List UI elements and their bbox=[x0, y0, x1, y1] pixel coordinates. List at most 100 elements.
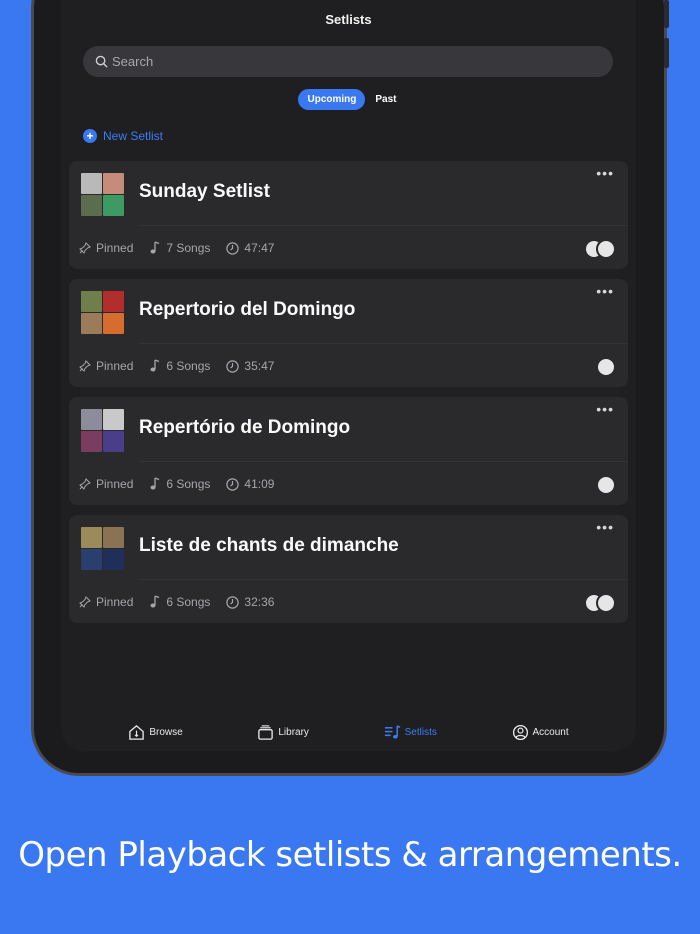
divider bbox=[139, 343, 628, 344]
plus-icon: + bbox=[83, 129, 97, 143]
setlist-card[interactable]: Repertório de Domingo ••• Pinned 6 Songs bbox=[69, 397, 628, 505]
music-note-icon bbox=[150, 241, 160, 254]
album-art-tile bbox=[81, 291, 102, 312]
pin-icon bbox=[79, 360, 91, 372]
album-art-tile bbox=[103, 409, 124, 430]
collaborator-avatar bbox=[596, 357, 616, 377]
setlist-meta: Pinned 6 Songs 41:09 bbox=[79, 477, 274, 491]
album-art-tile bbox=[103, 173, 124, 194]
song-count: 6 Songs bbox=[149, 595, 210, 609]
album-art-tile bbox=[81, 195, 102, 216]
pinned-label: Pinned bbox=[96, 595, 134, 609]
device-side-button bbox=[664, 0, 669, 28]
song-count-label: 6 Songs bbox=[166, 359, 211, 373]
collaborators bbox=[596, 475, 616, 495]
album-art-tile bbox=[103, 549, 124, 570]
divider bbox=[139, 579, 628, 580]
pinned-status: Pinned bbox=[79, 477, 133, 491]
song-count-label: 6 Songs bbox=[166, 595, 211, 609]
song-count: 6 Songs bbox=[149, 359, 210, 373]
collaborator-avatar bbox=[596, 239, 616, 259]
tab-past[interactable]: Past bbox=[373, 89, 398, 110]
more-options-icon[interactable]: ••• bbox=[596, 165, 614, 181]
tab-library[interactable]: Library bbox=[257, 724, 309, 741]
tab-setlists[interactable]: Setlists bbox=[384, 724, 437, 741]
clock-icon bbox=[226, 359, 240, 373]
album-art-tile bbox=[103, 431, 124, 452]
tab-setlists-label: Setlists bbox=[404, 727, 437, 738]
album-art-tile bbox=[103, 527, 124, 548]
pinned-status: Pinned bbox=[79, 595, 133, 609]
pinned-status: Pinned bbox=[79, 359, 133, 373]
setlist-artwork bbox=[81, 527, 124, 570]
app-screen: Setlists Upcoming Past + New Setlist Sun… bbox=[61, 0, 636, 751]
clock-icon bbox=[226, 595, 240, 609]
album-art-tile bbox=[81, 549, 102, 570]
pinned-status: Pinned bbox=[79, 241, 133, 255]
divider bbox=[139, 461, 628, 462]
home-icon bbox=[129, 725, 145, 740]
more-options-icon[interactable]: ••• bbox=[596, 283, 614, 299]
marketing-caption: Open Playback setlists & arrangements. bbox=[18, 835, 682, 875]
setlist-artwork bbox=[81, 291, 124, 334]
pinned-label: Pinned bbox=[96, 477, 134, 491]
setlist-meta: Pinned 6 Songs 35:47 bbox=[79, 359, 274, 373]
album-art-tile bbox=[103, 291, 124, 312]
device-side-button bbox=[664, 38, 669, 68]
album-art-tile bbox=[103, 195, 124, 216]
setlist-meta: Pinned 6 Songs 32:36 bbox=[79, 595, 274, 609]
account-icon bbox=[512, 724, 528, 741]
album-art-tile bbox=[81, 527, 102, 548]
divider bbox=[139, 225, 628, 226]
library-icon bbox=[258, 725, 274, 740]
collaborators bbox=[596, 357, 616, 377]
album-art-tile bbox=[103, 313, 124, 334]
new-setlist-button[interactable]: + New Setlist bbox=[83, 129, 163, 143]
tab-account-label: Account bbox=[532, 727, 569, 738]
collaborators bbox=[584, 593, 616, 613]
pin-icon bbox=[79, 242, 91, 254]
setlists-icon bbox=[384, 725, 401, 739]
clock-icon bbox=[226, 241, 240, 255]
album-art-tile bbox=[81, 313, 102, 334]
clock-icon bbox=[226, 477, 240, 491]
setlist-name: Repertorio del Domingo bbox=[139, 299, 356, 320]
duration: 35:47 bbox=[226, 359, 274, 373]
music-note-icon bbox=[150, 359, 160, 372]
pin-icon bbox=[79, 596, 91, 608]
setlist-card[interactable]: Sunday Setlist ••• Pinned 7 Songs 47:47 bbox=[69, 161, 628, 269]
album-art-tile bbox=[81, 409, 102, 430]
more-options-icon[interactable]: ••• bbox=[596, 401, 614, 417]
duration-label: 41:09 bbox=[244, 477, 275, 491]
tab-upcoming[interactable]: Upcoming bbox=[298, 89, 366, 110]
setlist-name: Repertório de Domingo bbox=[139, 417, 351, 438]
music-note-icon bbox=[150, 595, 160, 608]
tab-library-label: Library bbox=[278, 727, 309, 738]
pinned-label: Pinned bbox=[96, 241, 134, 255]
song-count-label: 7 Songs bbox=[166, 241, 211, 255]
setlist-name: Liste de chants de dimanche bbox=[139, 535, 399, 556]
new-setlist-label: New Setlist bbox=[103, 129, 164, 143]
setlist-card[interactable]: Liste de chants de dimanche ••• Pinned 6… bbox=[69, 515, 628, 623]
more-options-icon[interactable]: ••• bbox=[596, 519, 614, 535]
tab-browse[interactable]: Browse bbox=[128, 724, 183, 741]
tab-account[interactable]: Account bbox=[512, 724, 569, 741]
collaborator-avatar bbox=[596, 593, 616, 613]
tab-bar: Browse Library Setlists Account bbox=[61, 724, 636, 741]
search-bar[interactable] bbox=[83, 46, 613, 77]
setlist-artwork bbox=[81, 173, 124, 216]
song-count-label: 6 Songs bbox=[166, 477, 211, 491]
collaborator-avatar bbox=[596, 475, 616, 495]
setlist-artwork bbox=[81, 409, 124, 452]
setlist-name: Sunday Setlist bbox=[139, 181, 270, 202]
search-input[interactable] bbox=[112, 54, 592, 69]
album-art-tile bbox=[81, 431, 102, 452]
duration: 32:36 bbox=[226, 595, 274, 609]
search-icon bbox=[95, 55, 108, 68]
music-note-icon bbox=[150, 477, 160, 490]
pin-icon bbox=[79, 478, 91, 490]
page-title: Setlists bbox=[325, 12, 372, 27]
duration: 47:47 bbox=[226, 241, 274, 255]
duration-label: 35:47 bbox=[244, 359, 275, 373]
setlist-card[interactable]: Repertorio del Domingo ••• Pinned 6 Song… bbox=[69, 279, 628, 387]
